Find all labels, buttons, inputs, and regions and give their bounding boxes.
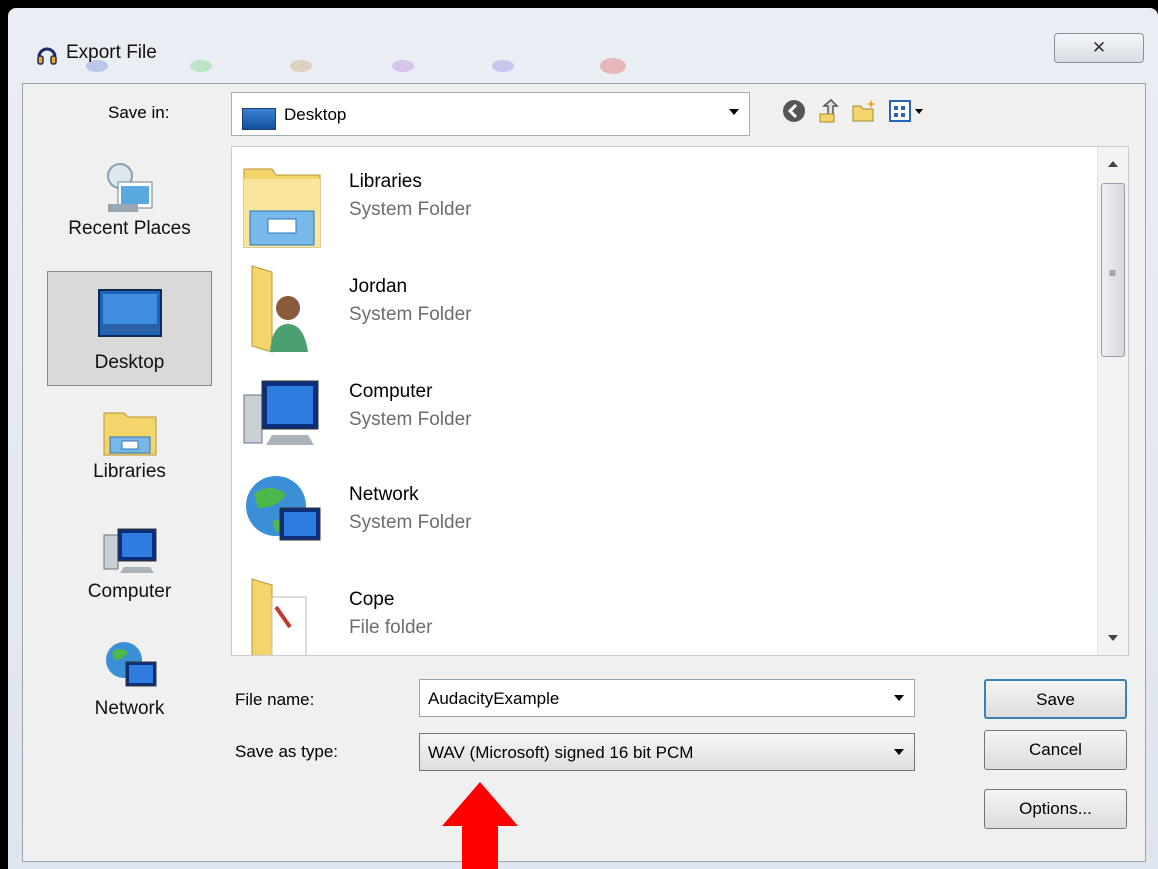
file-type: System Folder bbox=[349, 304, 472, 325]
cancel-button[interactable]: Cancel bbox=[984, 730, 1127, 770]
file-name: Jordan bbox=[349, 276, 408, 297]
place-label: Network bbox=[94, 698, 165, 719]
list-item-computer[interactable]: Computer System Folder bbox=[242, 369, 1082, 469]
place-computer[interactable]: Computer bbox=[47, 521, 212, 621]
file-name-label: File name: bbox=[235, 690, 315, 709]
close-icon: ✕ bbox=[1091, 38, 1107, 57]
list-item-cope[interactable]: Cope File folder bbox=[242, 577, 1082, 655]
save-in-dropdown[interactable]: Desktop bbox=[231, 92, 750, 136]
save-in-label: Save in: bbox=[108, 103, 170, 122]
scroll-up-icon[interactable] bbox=[1108, 161, 1118, 167]
save-in-value: Desktop bbox=[284, 105, 347, 124]
file-name-field[interactable]: AudacityExample bbox=[419, 679, 915, 717]
options-button[interactable]: Options... bbox=[984, 789, 1127, 829]
file-name-value: AudacityExample bbox=[428, 689, 560, 708]
grip-icon: ≡ bbox=[1109, 266, 1117, 280]
user-folder-icon bbox=[251, 265, 308, 353]
view-menu-icon[interactable] bbox=[888, 98, 928, 124]
place-label: Desktop bbox=[94, 352, 165, 373]
save-button[interactable]: Save bbox=[984, 679, 1127, 719]
chevron-down-icon[interactable] bbox=[894, 695, 904, 701]
file-name: Network bbox=[349, 484, 419, 505]
computer-icon bbox=[103, 528, 156, 573]
back-icon[interactable] bbox=[781, 98, 807, 124]
place-network[interactable]: Network bbox=[47, 638, 212, 738]
network-icon bbox=[246, 476, 321, 541]
place-recent-places[interactable]: Recent Places bbox=[47, 158, 212, 268]
place-label: Recent Places bbox=[68, 218, 191, 239]
file-type: File folder bbox=[349, 617, 433, 638]
vertical-scrollbar[interactable]: ≡ bbox=[1097, 147, 1128, 655]
chevron-down-icon bbox=[894, 749, 904, 755]
list-item-jordan[interactable]: Jordan System Folder bbox=[242, 264, 1082, 364]
file-type: System Folder bbox=[349, 409, 472, 430]
folder-icon bbox=[251, 578, 307, 655]
libraries-folder-icon bbox=[243, 168, 321, 248]
background-decoration bbox=[190, 60, 212, 72]
close-button[interactable]: ✕ bbox=[1054, 33, 1144, 63]
save-as-type-dropdown[interactable]: WAV (Microsoft) signed 16 bit PCM bbox=[419, 733, 915, 771]
red-arrow-annotation bbox=[442, 782, 518, 869]
place-label: Libraries bbox=[93, 461, 166, 482]
background-decoration bbox=[392, 60, 414, 72]
save-as-type-label: Save as type: bbox=[235, 742, 339, 761]
network-icon bbox=[105, 642, 156, 687]
desktop-icon bbox=[97, 289, 162, 337]
file-name: Libraries bbox=[349, 171, 422, 192]
computer-icon bbox=[243, 380, 319, 445]
title-bar: Export File ✕ bbox=[8, 8, 1158, 83]
up-folder-icon[interactable] bbox=[816, 98, 842, 124]
place-desktop[interactable]: Desktop bbox=[47, 271, 212, 386]
save-as-type-value: WAV (Microsoft) signed 16 bit PCM bbox=[428, 743, 694, 762]
background-decoration bbox=[290, 60, 312, 72]
new-folder-icon[interactable] bbox=[851, 98, 877, 124]
recent-places-icon bbox=[106, 163, 152, 212]
file-type: System Folder bbox=[349, 512, 472, 533]
file-list[interactable]: Libraries System Folder Jordan System Fo… bbox=[231, 146, 1129, 656]
file-name: Cope bbox=[349, 589, 395, 610]
list-item-libraries[interactable]: Libraries System Folder bbox=[242, 159, 1082, 259]
place-label: Computer bbox=[87, 581, 172, 602]
headphones-icon bbox=[37, 47, 57, 65]
place-libraries[interactable]: Libraries bbox=[47, 401, 212, 501]
chevron-down-icon bbox=[729, 109, 739, 115]
scroll-thumb[interactable]: ≡ bbox=[1101, 183, 1125, 357]
places-bar: Recent Places Desktop Libraries Computer bbox=[37, 146, 220, 746]
list-item-network[interactable]: Network System Folder bbox=[242, 472, 1082, 572]
libraries-icon bbox=[103, 412, 156, 456]
background-decoration bbox=[600, 58, 626, 74]
background-decoration bbox=[492, 60, 514, 72]
file-type: System Folder bbox=[349, 199, 472, 220]
window-title: Export File bbox=[66, 42, 157, 63]
scroll-down-icon[interactable] bbox=[1108, 635, 1118, 641]
file-name: Computer bbox=[349, 381, 433, 402]
desktop-icon bbox=[242, 108, 276, 130]
